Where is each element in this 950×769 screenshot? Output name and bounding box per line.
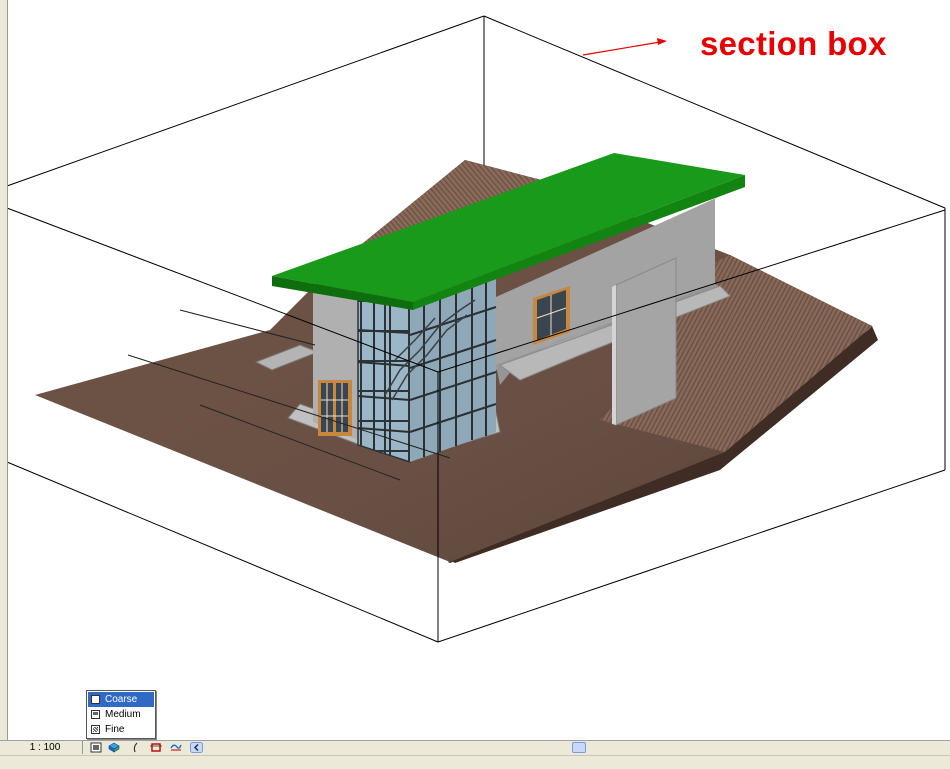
menu-item-label: Fine <box>105 724 125 735</box>
annotation-leader-arrow <box>582 38 667 56</box>
3d-model-view <box>6 15 946 643</box>
shadows-icon[interactable] <box>130 742 142 753</box>
coarse-detail-icon <box>91 695 100 704</box>
section-box-annotation: section box <box>700 25 887 62</box>
freestanding-wall <box>615 257 677 426</box>
curtain-wall-front <box>357 299 411 464</box>
freestanding-wall-edge <box>612 285 616 425</box>
detail-level-icon[interactable] <box>90 742 102 753</box>
door-end-wall <box>318 380 352 436</box>
detail-level-medium[interactable]: Medium <box>88 707 154 722</box>
view-control-bar: 1 : 100 <box>0 740 950 755</box>
horizontal-scrollbar-thumb[interactable] <box>572 742 586 753</box>
detail-level-menu: Coarse Medium Fine <box>86 690 156 739</box>
3d-view-canvas[interactable]: section box Coarse Medium Fine <box>0 0 950 740</box>
crop-region-icon[interactable] <box>150 742 162 753</box>
model-graphics-style-icon[interactable] <box>108 742 120 753</box>
medium-detail-icon <box>91 710 100 719</box>
fine-detail-icon <box>91 725 100 734</box>
menu-item-label: Coarse <box>105 694 138 705</box>
left-frame-edge <box>0 0 8 740</box>
view-scale[interactable]: 1 : 100 <box>8 741 83 754</box>
detail-level-coarse[interactable]: Coarse <box>88 692 154 707</box>
detail-level-fine[interactable]: Fine <box>88 722 154 737</box>
show-crop-region-icon[interactable] <box>170 742 182 753</box>
scroll-left-icon[interactable] <box>190 742 203 753</box>
window-bottom-edge <box>0 755 950 769</box>
menu-item-label: Medium <box>105 709 141 720</box>
